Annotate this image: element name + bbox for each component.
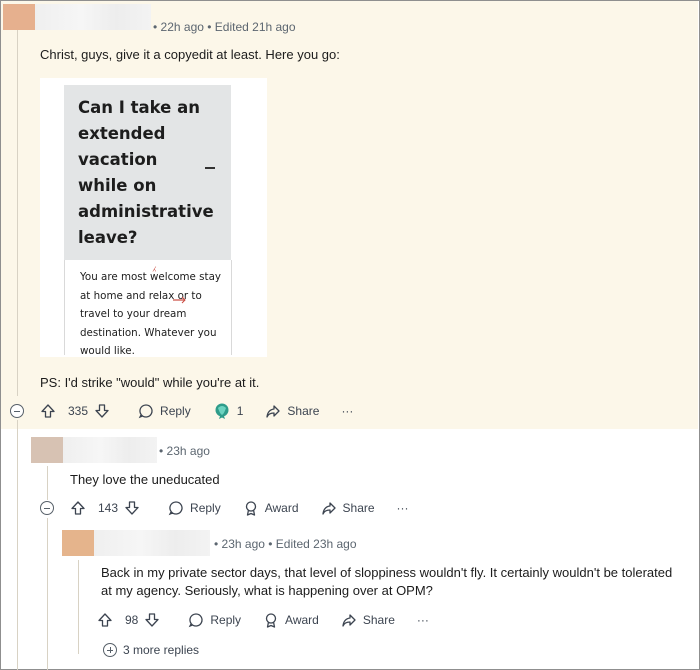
- downvote-icon[interactable]: [144, 612, 160, 628]
- reply-icon: [138, 404, 153, 419]
- comment-text-line: at my agency. Seriously, what is happeni…: [101, 583, 433, 598]
- share-label: Share: [287, 404, 320, 418]
- username-redacted[interactable]: [35, 4, 151, 30]
- avatar[interactable]: [31, 437, 63, 463]
- vote-count: 98: [125, 613, 139, 627]
- more-replies-label: 3 more replies: [123, 643, 200, 657]
- reply-button[interactable]: Reply: [168, 500, 221, 516]
- insert-mark-icon: ⁁: [153, 259, 156, 272]
- strike-mark-icon: [173, 296, 186, 304]
- thread-line: [17, 420, 18, 670]
- thread-line: [47, 466, 48, 500]
- reply-label: Reply: [190, 501, 221, 515]
- comment-author-blurred[interactable]: [3, 4, 151, 30]
- comment-actions: 143 Reply Award Share ···: [70, 498, 431, 518]
- more-options-icon: ···: [416, 613, 429, 627]
- share-label: Share: [342, 501, 375, 515]
- comment-meta: • 23h ago • Edited 23h ago: [214, 537, 357, 551]
- upvote-icon[interactable]: [97, 612, 113, 628]
- award-icon: [215, 403, 229, 419]
- share-label: Share: [362, 613, 395, 627]
- image-header: Can I take an extended vacation while on…: [64, 85, 231, 260]
- comment-text: Christ, guys, give it a copyedit at leas…: [40, 47, 340, 62]
- award-button[interactable]: Award: [243, 500, 299, 516]
- downvote-icon[interactable]: [124, 500, 140, 516]
- comment-meta: • 22h ago • Edited 21h ago: [153, 20, 296, 34]
- collapse-thread-button[interactable]: [10, 404, 24, 418]
- comment-author-blurred[interactable]: [62, 530, 210, 556]
- award-button[interactable]: Award: [263, 612, 319, 628]
- share-button[interactable]: Share: [341, 612, 395, 628]
- more-replies-button[interactable]: 3 more replies: [103, 643, 199, 657]
- reply-button[interactable]: Reply: [188, 612, 241, 628]
- collapse-thread-button[interactable]: [40, 501, 54, 515]
- award-icon: [245, 501, 256, 516]
- vote-control: 143: [70, 500, 146, 516]
- vote-control: 98: [97, 612, 166, 628]
- username-redacted[interactable]: [94, 530, 210, 556]
- share-icon: [266, 405, 281, 418]
- more-options-icon: ···: [341, 404, 354, 418]
- reply-icon: [168, 501, 183, 516]
- comment-text: They love the uneducated: [70, 472, 220, 487]
- thread-line: [47, 518, 48, 670]
- comment-meta: • 23h ago: [159, 444, 210, 458]
- upvote-icon[interactable]: [40, 403, 56, 419]
- comment-ps-text: PS: I'd strike "would" while you're at i…: [40, 375, 260, 390]
- more-options-icon: ···: [396, 501, 409, 515]
- reply-icon: [189, 613, 203, 628]
- attached-image[interactable]: Can I take an extended vacation while on…: [40, 78, 267, 357]
- award-count: 1: [236, 404, 244, 418]
- share-button[interactable]: Share: [265, 403, 319, 419]
- thread-line: [78, 560, 79, 654]
- share-icon: [321, 502, 336, 515]
- collapse-dash-icon: [205, 167, 215, 169]
- comment-actions: 335 Reply 1 Share ···: [40, 401, 375, 421]
- award-label: Award: [264, 501, 299, 515]
- upvote-icon[interactable]: [70, 500, 86, 516]
- vote-count: 143: [98, 501, 119, 515]
- award-label: Award: [285, 613, 319, 627]
- image-body-text: You are most welcome stay at home and re…: [80, 271, 221, 357]
- avatar[interactable]: [62, 530, 94, 556]
- reply-label: Reply: [210, 613, 242, 627]
- image-title: Can I take an extended vacation while on…: [78, 98, 214, 247]
- more-options-button[interactable]: ···: [341, 404, 353, 418]
- expand-plus-icon: [103, 643, 117, 657]
- thread-line: [17, 24, 18, 396]
- image-body: You are most welcome stay at home and re…: [64, 259, 232, 357]
- comment-author-blurred[interactable]: [31, 437, 157, 463]
- share-button[interactable]: Share: [321, 500, 375, 516]
- reply-label: Reply: [160, 404, 191, 418]
- comment-actions: 98 Reply Award Share ···: [97, 610, 451, 630]
- award-icon: [265, 613, 277, 628]
- reply-button[interactable]: Reply: [138, 403, 191, 419]
- more-options-button[interactable]: ···: [397, 501, 409, 515]
- username-redacted[interactable]: [63, 437, 157, 463]
- vote-count: 335: [68, 404, 89, 418]
- downvote-icon[interactable]: [94, 403, 110, 419]
- award-button[interactable]: 1: [213, 402, 244, 420]
- vote-control: 335: [40, 403, 116, 419]
- share-icon: [342, 614, 356, 627]
- avatar[interactable]: [3, 4, 35, 30]
- more-options-button[interactable]: ···: [417, 613, 429, 627]
